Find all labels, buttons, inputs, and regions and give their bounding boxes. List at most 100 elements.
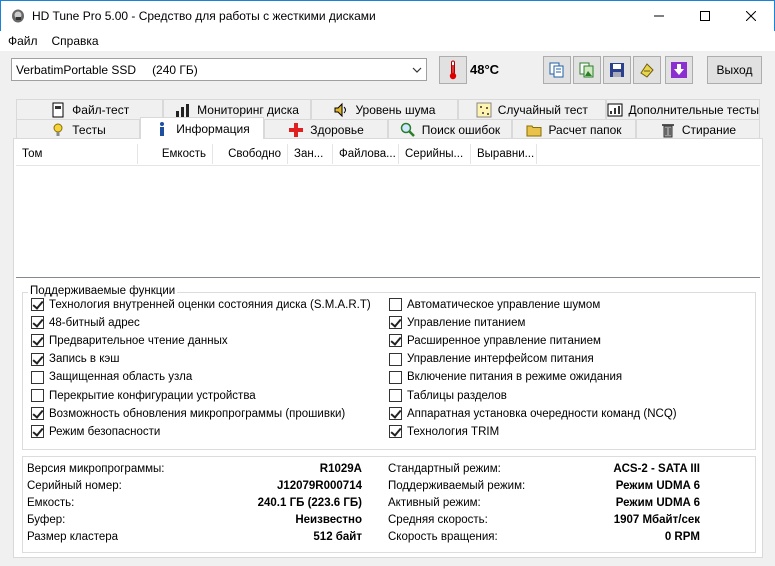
tab-extra-tests[interactable]: Дополнительные тесты (605, 99, 760, 119)
tab-label: Файл-тест (72, 102, 130, 117)
feature-label: 48-битный адрес (49, 316, 140, 329)
exit-button[interactable]: Выход (707, 56, 762, 84)
feature-checkbox[interactable]: Защищенная область узла (31, 370, 192, 384)
tab-health[interactable]: Здоровье (264, 119, 388, 139)
checkbox-checked-icon[interactable] (389, 334, 402, 348)
app-icon (12, 9, 24, 23)
info-value: 0 RPM (664, 531, 700, 543)
feature-checkbox[interactable]: Технология внутренней оценки состояния д… (31, 298, 371, 311)
checkbox-checked-icon[interactable] (31, 334, 44, 348)
feature-label: Запись в кэш (49, 353, 120, 366)
feature-checkbox[interactable]: Включение питания в режиме ожидания (389, 370, 623, 384)
checkbox-unchecked-icon[interactable] (389, 370, 402, 384)
maximize-button[interactable] (682, 1, 728, 31)
drive-select[interactable]: VerbatimPortable SSD (240 ГБ) (11, 58, 427, 81)
column-header[interactable]: Емкость (138, 143, 213, 164)
tab-file-test[interactable]: Файл-тест (16, 99, 164, 119)
tab-noise-level[interactable]: Уровень шума (310, 99, 459, 119)
checkbox-checked-icon[interactable] (31, 407, 44, 421)
feature-checkbox[interactable]: 48-битный адрес (31, 316, 140, 330)
checkbox-checked-icon[interactable] (31, 316, 44, 330)
tab-label: Дополнительные тесты (628, 102, 759, 117)
column-header[interactable]: Выравни... (471, 143, 537, 164)
feature-label: Предварительное чтение данных (49, 334, 228, 347)
minimize-button[interactable] (636, 1, 682, 31)
volume-table[interactable]: Том Емкость Свободно Зан... Файлова... С… (16, 142, 760, 278)
feature-checkbox[interactable]: Аппаратная установка очередности команд … (389, 407, 677, 421)
feature-checkbox[interactable]: Управление питанием (389, 316, 526, 330)
feature-checkbox[interactable]: Автоматическое управление шумом (389, 298, 600, 311)
menu-bar: Файл Справка (0, 31, 775, 51)
checkbox-checked-icon[interactable] (389, 316, 402, 330)
checkbox-unchecked-icon[interactable] (389, 352, 402, 366)
feature-label: Включение питания в режиме ожидания (407, 371, 623, 384)
tab-label: Здоровье (310, 122, 364, 137)
close-button[interactable] (728, 1, 774, 31)
feature-checkbox[interactable]: Возможность обновления микропрограммы (п… (31, 407, 345, 421)
benchmark-icon (53, 123, 63, 136)
tab-benchmark[interactable]: Тесты (16, 119, 140, 139)
feature-checkbox[interactable]: Предварительное чтение данных (31, 334, 228, 348)
feature-label: Таблицы разделов (407, 389, 507, 402)
checkbox-unchecked-icon[interactable] (389, 389, 402, 402)
copy-text-button[interactable] (543, 56, 571, 84)
checkbox-checked-icon[interactable] (389, 425, 402, 439)
copy-image-button[interactable] (573, 56, 601, 84)
feature-checkbox[interactable]: Режим безопасности (31, 425, 160, 439)
temperature-button[interactable] (439, 56, 467, 84)
checkbox-checked-icon[interactable] (389, 407, 402, 421)
tab-disk-monitor[interactable]: Мониторинг диска (163, 99, 311, 119)
tab-error-scan[interactable]: Поиск ошибок (388, 119, 512, 139)
options-button[interactable] (633, 56, 661, 84)
column-header[interactable]: Том (16, 143, 138, 164)
copy-image-icon (579, 62, 594, 78)
checkbox-checked-icon[interactable] (31, 425, 44, 439)
menu-help[interactable]: Справка (52, 34, 99, 48)
erase-icon (661, 123, 674, 137)
save-button[interactable] (603, 56, 631, 84)
info-value: 1907 Мбайт/сек (613, 514, 700, 526)
column-header[interactable]: Серийны... (399, 143, 471, 164)
tab-label: Уровень шума (355, 102, 436, 117)
tab-folder-usage[interactable]: Расчет папок (512, 119, 636, 139)
feature-checkbox[interactable]: Технология TRIM (389, 425, 499, 439)
column-header[interactable]: Свободно (213, 143, 288, 164)
checkbox-unchecked-icon[interactable] (31, 389, 44, 402)
feature-label: Управление питанием (407, 316, 526, 329)
info-icon (160, 121, 165, 136)
column-header[interactable]: Файлова... (333, 143, 399, 164)
feature-checkbox[interactable]: Таблицы разделов (389, 389, 507, 402)
extra-tests-icon (607, 103, 622, 116)
checkbox-unchecked-icon[interactable] (389, 298, 402, 311)
info-label: Размер кластера (27, 531, 119, 543)
checkbox-unchecked-icon[interactable] (31, 370, 44, 384)
tab-info[interactable]: Информация (140, 117, 264, 139)
feature-label: Расширенное управление питанием (407, 334, 601, 347)
info-panel: Том Емкость Свободно Зан... Файлова... С… (13, 138, 763, 558)
toolbar: VerbatimPortable SSD (240 ГБ) 48°C Выход (0, 51, 775, 93)
info-label: Средняя скорость: (388, 514, 488, 526)
tab-erase[interactable]: Стирание (636, 119, 760, 139)
info-value: Неизвестно (295, 514, 362, 526)
info-value: 240.1 ГБ (223.6 ГБ) (257, 497, 362, 509)
feature-label: Технология внутренней оценки состояния д… (49, 298, 371, 311)
column-header[interactable]: Зан... (288, 143, 333, 164)
tab-label: Случайный тест (497, 102, 588, 117)
tab-label: Мониторинг диска (197, 102, 299, 117)
feature-checkbox[interactable]: Расширенное управление питанием (389, 334, 601, 348)
checkbox-checked-icon[interactable] (31, 352, 44, 366)
feature-checkbox[interactable]: Управление интерфейсом питания (389, 352, 594, 366)
tab-random-test[interactable]: Случайный тест (458, 99, 606, 119)
tab-label: Тесты (72, 122, 106, 137)
features-group: Поддерживаемые функции Технология внутре… (22, 285, 756, 450)
checkbox-checked-icon[interactable] (31, 298, 44, 311)
menu-file[interactable]: Файл (8, 34, 38, 48)
info-label: Емкость: (27, 497, 75, 509)
folder-icon (526, 125, 542, 136)
drive-size: (240 ГБ) (152, 62, 198, 77)
feature-checkbox[interactable]: Перекрытие конфигурации устройства (31, 389, 256, 402)
feature-checkbox[interactable]: Запись в кэш (31, 352, 120, 366)
info-value: J12079R000714 (276, 480, 362, 492)
download-button[interactable] (665, 56, 693, 84)
temperature-value: 48°C (470, 62, 500, 77)
